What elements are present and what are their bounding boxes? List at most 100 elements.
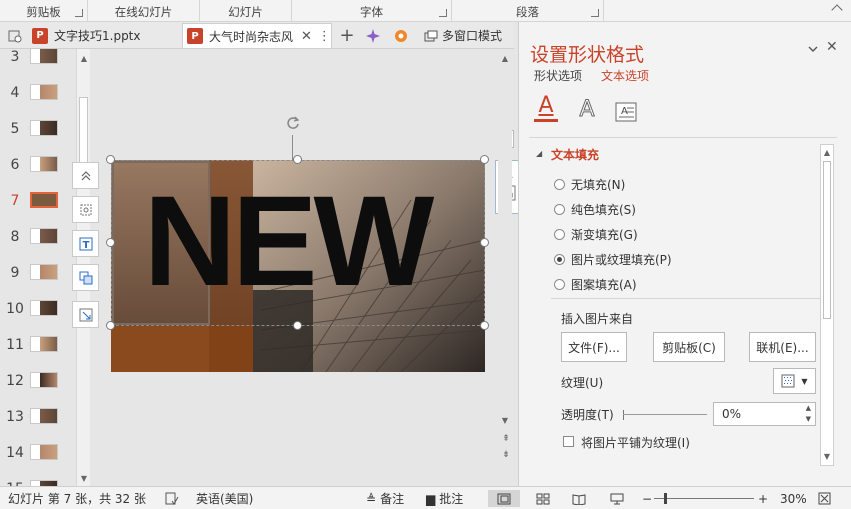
thumbnail-preview[interactable]	[30, 120, 58, 136]
fill-option[interactable]: 图片或纹理填充(P)	[554, 250, 672, 268]
language-indicator[interactable]: 英语(美国)	[196, 490, 253, 507]
zoom-out-icon[interactable]: −	[642, 490, 652, 507]
spell-check-icon[interactable]	[165, 490, 179, 507]
more-options-icon[interactable]: ⋮	[318, 29, 331, 44]
fill-option[interactable]: 图案填充(A)	[554, 275, 637, 293]
zoom-slider-handle[interactable]	[664, 493, 667, 504]
crop-position-button[interactable]	[72, 196, 99, 223]
textbox-layout-tab[interactable]: A	[613, 96, 639, 122]
thumbnail-item[interactable]: 5	[0, 117, 78, 143]
thumbnail-item[interactable]: 4	[0, 81, 78, 107]
magic-wand-icon[interactable]	[362, 25, 384, 46]
tab-text-options[interactable]: 文本选项	[601, 67, 649, 84]
radio-button[interactable]	[554, 278, 565, 290]
fit-to-window-icon[interactable]	[818, 490, 831, 507]
resize-handle[interactable]	[106, 321, 115, 330]
zoom-in-icon[interactable]: +	[758, 490, 768, 507]
thumbnail-preview[interactable]	[30, 264, 58, 280]
transparency-input[interactable]: 0% ▲ ▼	[713, 402, 816, 426]
thumbnail-preview[interactable]	[30, 84, 58, 100]
thumbnail-preview[interactable]	[30, 408, 58, 424]
fill-option[interactable]: 渐变填充(G)	[554, 225, 638, 243]
text-box-selection[interactable]	[111, 160, 485, 326]
thumbnail-preview[interactable]	[30, 300, 58, 316]
thumbnail-item[interactable]: 13	[0, 405, 78, 431]
resize-handle[interactable]	[106, 238, 115, 247]
radio-button[interactable]	[554, 253, 565, 265]
tile-checkbox[interactable]	[563, 436, 574, 447]
radio-button[interactable]	[554, 178, 565, 190]
resize-handle[interactable]	[480, 238, 489, 247]
resize-handle[interactable]	[106, 155, 115, 164]
radio-button[interactable]	[554, 228, 565, 240]
zoom-slider[interactable]	[654, 490, 754, 507]
text-effects-tab[interactable]: A	[574, 96, 600, 122]
multi-window-mode-button[interactable]: 多窗口模式	[418, 25, 508, 46]
file-button[interactable]: 文件(F)...	[561, 332, 627, 362]
clipboard-button[interactable]: 剪贴板(C)	[653, 332, 725, 362]
spin-down-icon[interactable]: ▼	[806, 415, 811, 423]
slide-sorter-icon[interactable]	[536, 490, 550, 507]
spin-up-icon[interactable]: ▲	[806, 404, 811, 412]
thumbnail-preview[interactable]	[30, 444, 58, 460]
online-button[interactable]: 联机(E)...	[749, 332, 816, 362]
resize-handle[interactable]	[293, 321, 302, 330]
texture-picker[interactable]: ▼	[773, 368, 816, 394]
scroll-down-icon[interactable]: ▼	[499, 415, 511, 427]
zoom-level[interactable]: 30%	[780, 490, 807, 507]
scroll-down-icon[interactable]: ▼	[821, 451, 833, 463]
thumbnail-item[interactable]: 9	[0, 261, 78, 287]
dialog-launcher-icon[interactable]	[591, 9, 599, 17]
slideshow-icon[interactable]	[610, 490, 624, 507]
settings-gear-icon[interactable]	[390, 25, 412, 46]
thumbnail-preview[interactable]	[30, 156, 58, 172]
thumbnail-item[interactable]: 6	[0, 153, 78, 179]
close-tab-icon[interactable]: ✕	[301, 29, 312, 44]
dialog-launcher-icon[interactable]	[75, 9, 83, 17]
scroll-up-icon[interactable]: ▲	[821, 147, 833, 159]
reading-view-icon[interactable]	[572, 490, 586, 507]
thumbnail-preview[interactable]	[30, 228, 58, 244]
fill-option[interactable]: 无填充(N)	[554, 175, 625, 193]
scroll-thumb[interactable]	[823, 161, 831, 319]
previous-slide-icon[interactable]: ⇞	[500, 433, 512, 445]
transparency-slider[interactable]	[623, 414, 707, 415]
thumbnail-preview[interactable]	[30, 372, 58, 388]
close-pane-icon[interactable]: ✕	[826, 39, 838, 55]
collapse-toolbar-button[interactable]	[72, 162, 99, 189]
thumbnail-item[interactable]: 7	[0, 189, 78, 215]
radio-button[interactable]	[554, 203, 565, 215]
scroll-thumb[interactable]	[79, 97, 88, 167]
pane-options-icon[interactable]	[808, 42, 818, 52]
scroll-up-icon[interactable]: ▲	[78, 53, 90, 65]
new-tab-button[interactable]: +	[336, 25, 358, 46]
comments-button[interactable]: ▆ 批注	[426, 490, 463, 507]
rotate-handle-icon[interactable]	[285, 115, 301, 131]
thumbnail-item[interactable]: 3	[0, 45, 78, 71]
scroll-up-icon[interactable]: ▲	[499, 53, 511, 65]
thumbnail-preview[interactable]	[30, 192, 58, 208]
thumbnail-item[interactable]: 10	[0, 297, 78, 323]
text-fill-outline-tab[interactable]: A	[533, 95, 559, 122]
collapse-ribbon-icon[interactable]	[831, 4, 843, 16]
thumbnail-item[interactable]: 12	[0, 369, 78, 395]
resize-shape-button[interactable]	[72, 301, 99, 328]
text-box-button[interactable]: T	[72, 230, 99, 257]
pane-scrollbar[interactable]: ▲ ▼	[820, 144, 834, 466]
resize-handle[interactable]	[293, 155, 302, 164]
thumbnail-item[interactable]: 14	[0, 441, 78, 467]
notes-button[interactable]: ≜ 备注	[366, 490, 404, 507]
thumbnail-preview[interactable]	[30, 336, 58, 352]
resize-handle[interactable]	[480, 155, 489, 164]
section-text-fill[interactable]: 文本填充	[551, 146, 599, 163]
section-collapse-icon[interactable]: ◢	[536, 149, 542, 158]
tab-shape-options[interactable]: 形状选项	[534, 67, 582, 84]
tab-list-icon[interactable]	[6, 25, 24, 46]
tab-document-2[interactable]: P 大气时尚杂志风 ✕ ⋮	[182, 23, 332, 48]
arrange-shapes-button[interactable]	[72, 264, 99, 291]
thumbnail-preview[interactable]	[30, 48, 58, 64]
thumbnail-item[interactable]: 8	[0, 225, 78, 251]
normal-view-button[interactable]	[488, 490, 520, 507]
scroll-down-icon[interactable]: ▼	[78, 473, 90, 485]
next-slide-icon[interactable]: ⇟	[500, 449, 512, 461]
